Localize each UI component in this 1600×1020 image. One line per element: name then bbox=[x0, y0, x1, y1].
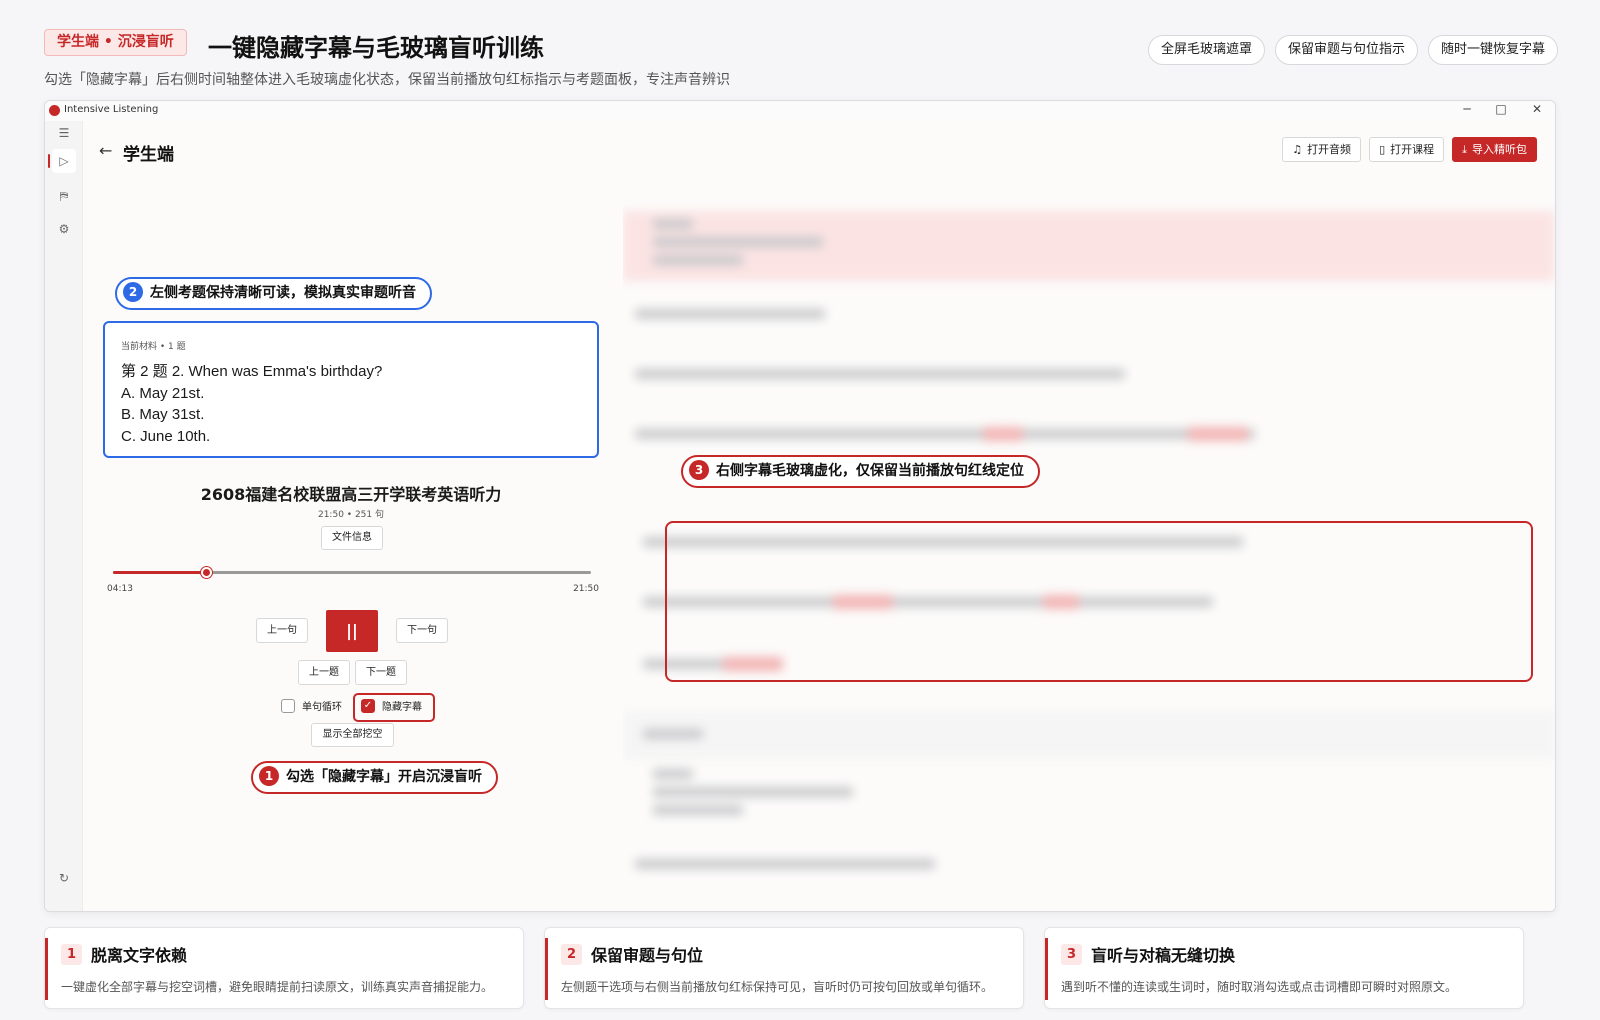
feature-number: 1 bbox=[61, 944, 82, 965]
feature-card-1: 1 脱离文字依赖 一键虚化全部字幕与挖空词槽，避免眼睛提前扫读原文，训练真实声音… bbox=[44, 927, 524, 1009]
feature-title: 盲听与对稿无缝切换 bbox=[1091, 946, 1236, 965]
feature-number: 2 bbox=[561, 944, 582, 965]
maximize-button[interactable]: □ bbox=[1493, 102, 1509, 116]
file-icon: ▯ bbox=[1379, 143, 1386, 156]
total-time: 21:50 bbox=[573, 584, 599, 594]
feature-tags: 全屏毛玻璃遮罩 保留审题与句位指示 随时一键恢复字幕 bbox=[1147, 35, 1558, 65]
settings-icon[interactable]: ⚙ bbox=[52, 217, 76, 241]
blurred-section bbox=[623, 711, 1555, 759]
tag-keep-question: 保留审题与句位指示 bbox=[1274, 35, 1418, 65]
feature-desc: 左侧题干选项与右侧当前播放句红标保持可见，盲听时仍可按句回放或单句循环。 bbox=[561, 980, 994, 994]
blurred-sentence bbox=[623, 291, 1555, 339]
material-title: 2608福建名校联盟高三开学联考英语听力 bbox=[200, 485, 502, 504]
show-all-blanks-button[interactable]: 显示全部挖空 bbox=[311, 723, 394, 747]
blurred-sentence bbox=[623, 411, 1555, 459]
callout-number: 3 bbox=[689, 460, 709, 480]
option-c[interactable]: C. June 10th. bbox=[121, 426, 581, 448]
play-nav-icon[interactable]: ▷ bbox=[48, 149, 76, 173]
callout-text: 勾选「隐藏字幕」开启沉浸盲听 bbox=[286, 769, 482, 785]
progress-knob[interactable] bbox=[200, 567, 212, 578]
callout-number: 1 bbox=[259, 766, 279, 786]
minimize-button[interactable]: ─ bbox=[1459, 102, 1475, 116]
callout-question-panel: 2 左侧考题保持清晰可读，模拟真实审题听音 bbox=[115, 277, 432, 310]
close-button[interactable]: ✕ bbox=[1529, 102, 1545, 116]
feature-desc: 一键虚化全部字幕与挖空词槽，避免眼睛提前扫读原文，训练真实声音捕捉能力。 bbox=[61, 980, 494, 994]
import-pack-button[interactable]: ⤓ 导入精听包 bbox=[1452, 137, 1537, 162]
app-page-title: 学生端 bbox=[123, 145, 174, 165]
open-course-button[interactable]: ▯ 打开课程 bbox=[1369, 137, 1445, 162]
app-logo-icon bbox=[49, 105, 60, 116]
prev-sentence-button[interactable]: 上一句 bbox=[256, 618, 308, 643]
page-heading: 一键隐藏字幕与毛玻璃盲听训练 bbox=[208, 34, 544, 62]
prev-question-button[interactable]: 上一题 bbox=[298, 660, 350, 685]
feature-number: 3 bbox=[1061, 944, 1082, 965]
file-info-button[interactable]: 文件信息 bbox=[321, 526, 383, 550]
callout-number: 2 bbox=[123, 282, 143, 302]
loop-checkbox-label: 单句循环 bbox=[302, 702, 342, 713]
blurred-sentence bbox=[623, 761, 1555, 831]
tag-frosted-mask: 全屏毛玻璃遮罩 bbox=[1147, 35, 1265, 65]
feature-card-3: 3 盲听与对稿无缝切换 遇到听不懂的连读或生词时，随时取消勾选或点击词槽即可瞬时… bbox=[1044, 927, 1524, 1009]
next-sentence-button[interactable]: 下一句 bbox=[396, 618, 448, 643]
option-b[interactable]: B. May 31st. bbox=[121, 404, 581, 426]
main-content: ← 学生端 ♫ 打开音频 ▯ 打开课程 ⤓ 导入精听包 2 左侧考题保持清晰可读，模拟真… bbox=[83, 121, 1555, 911]
app-window: Intensive Listening ─ □ ✕ ☰ ▷ ⛿ ⚙ ↻ ← 学生… bbox=[44, 100, 1556, 912]
current-sentence-marker bbox=[665, 521, 1533, 682]
next-question-button[interactable]: 下一题 bbox=[355, 660, 407, 685]
feature-title: 保留审题与句位 bbox=[591, 946, 704, 965]
download-icon: ⤓ bbox=[1462, 143, 1467, 156]
open-audio-label: 打开音频 bbox=[1307, 143, 1352, 156]
window-title: Intensive Listening bbox=[64, 104, 159, 115]
current-time: 04:13 bbox=[107, 584, 133, 594]
progress-fill bbox=[113, 571, 206, 574]
sidebar: ☰ ▷ ⛿ ⚙ ↻ bbox=[45, 121, 83, 911]
callout-text: 左侧考题保持清晰可读，模拟真实审题听音 bbox=[150, 285, 416, 301]
mode-badge: 学生端 • 沉浸盲听 bbox=[44, 29, 187, 56]
material-meta: 21:50 • 251 句 bbox=[317, 510, 384, 520]
callout-frosted-subtitles: 3 右侧字幕毛玻璃虚化，仅保留当前播放句红线定位 bbox=[681, 455, 1040, 488]
page: 学生端 • 沉浸盲听 一键隐藏字幕与毛玻璃盲听训练 勾选「隐藏字幕」后右侧时间轴… bbox=[0, 0, 1600, 1020]
callout-text: 右侧字幕毛玻璃虚化，仅保留当前播放句红线定位 bbox=[716, 463, 1024, 479]
blurred-sentence bbox=[623, 841, 1555, 889]
sync-icon[interactable]: ↻ bbox=[52, 866, 76, 890]
toolbar: ♫ 打开音频 ▯ 打开课程 ⤓ 导入精听包 bbox=[1282, 137, 1537, 162]
pause-button[interactable]: || bbox=[326, 610, 378, 652]
menu-icon[interactable]: ☰ bbox=[52, 121, 76, 145]
loop-checkbox-box[interactable] bbox=[281, 698, 295, 713]
loop-checkbox[interactable]: 单句循环 bbox=[281, 698, 342, 713]
feature-desc: 遇到听不懂的连读或生词时，随时取消勾选或点击词槽即可瞬时对照原文。 bbox=[1061, 980, 1458, 994]
course-nav-icon[interactable]: ⛿ bbox=[52, 184, 76, 208]
import-pack-label: 导入精听包 bbox=[1472, 143, 1527, 156]
question-meta: 当前材料 • 1 题 bbox=[121, 342, 186, 352]
blurred-sentence bbox=[623, 351, 1555, 399]
callout-hide-subtitles: 1 勾选「隐藏字幕」开启沉浸盲听 bbox=[251, 761, 498, 794]
question-stem: 第 2 题 2. When was Emma's birthday? bbox=[121, 363, 383, 380]
page-subheading: 勾选「隐藏字幕」后右侧时间轴整体进入毛玻璃虚化状态，保留当前播放句红标指示与考题… bbox=[44, 72, 730, 88]
tag-restore-subs: 随时一键恢复字幕 bbox=[1427, 35, 1558, 65]
hide-subtitles-highlight bbox=[353, 693, 435, 722]
back-arrow-icon[interactable]: ← bbox=[99, 141, 112, 160]
feature-title: 脱离文字依赖 bbox=[91, 946, 188, 965]
feature-card-2: 2 保留审题与句位 左侧题干选项与右侧当前播放句红标保持可见，盲听时仍可按句回放… bbox=[544, 927, 1024, 1009]
option-a[interactable]: A. May 21st. bbox=[121, 383, 581, 405]
title-bar: Intensive Listening ─ □ ✕ bbox=[45, 101, 1555, 121]
open-audio-button[interactable]: ♫ 打开音频 bbox=[1282, 137, 1362, 162]
open-course-label: 打开课程 bbox=[1390, 143, 1435, 156]
blurred-sentence bbox=[623, 211, 1555, 281]
progress-slider[interactable] bbox=[113, 567, 591, 578]
question-card: 当前材料 • 1 题 第 2 题 2. When was Emma's birt… bbox=[103, 321, 599, 458]
music-note-icon: ♫ bbox=[1292, 143, 1303, 156]
